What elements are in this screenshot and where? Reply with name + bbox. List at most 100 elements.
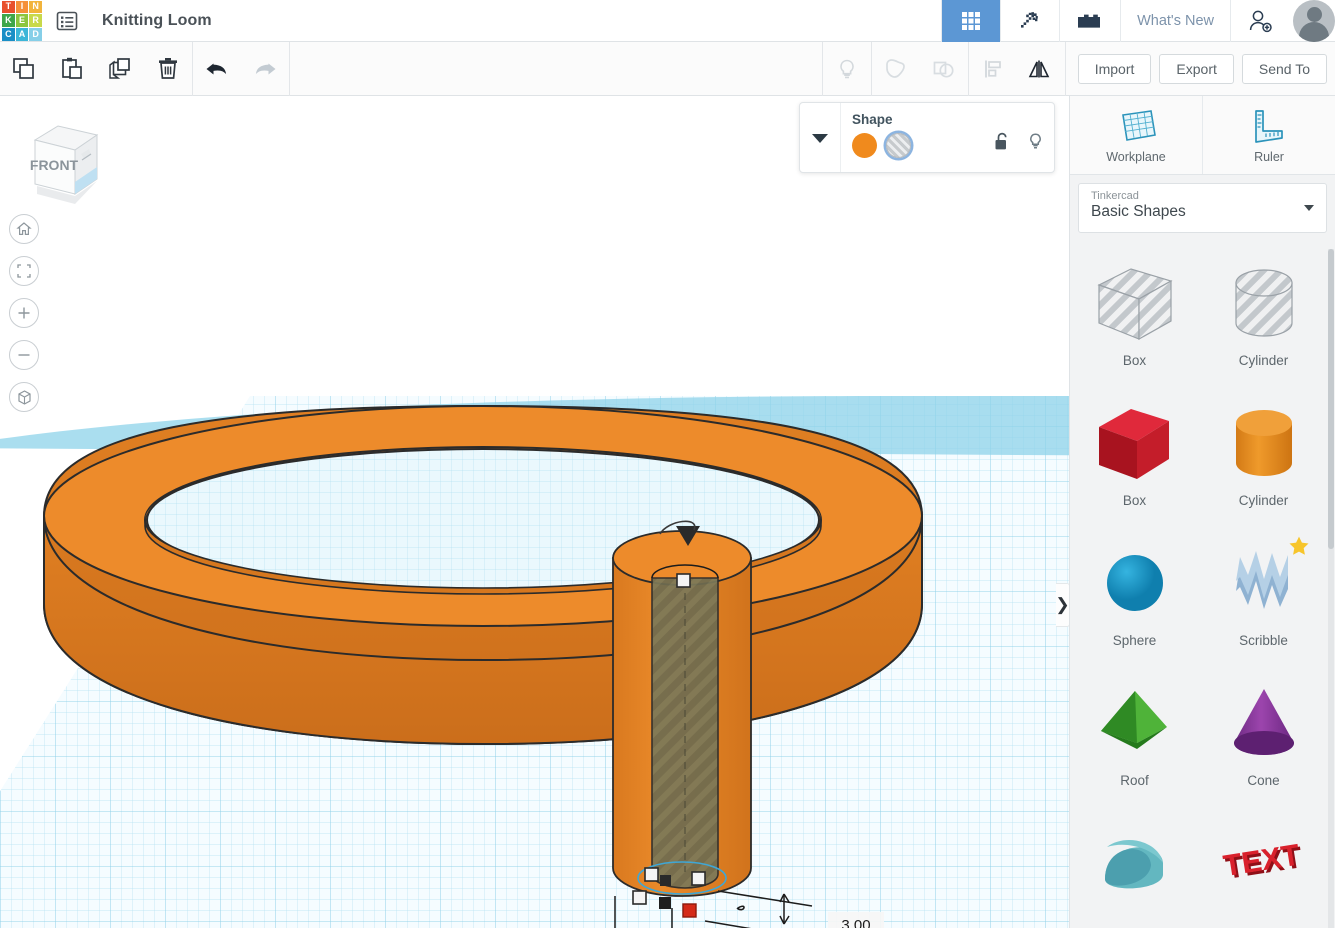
align-button[interactable] [969,42,1017,96]
avatar[interactable] [1293,0,1335,42]
shape-label: Roof [1120,773,1149,788]
shape-label: Cylinder [1239,493,1289,508]
solid-swatch[interactable] [852,133,877,158]
invite-people-button[interactable] [1230,0,1289,42]
shape-item-cone[interactable]: Cone [1199,669,1328,809]
header-blocks-button[interactable] [1059,0,1120,42]
sidebar-tool-workplane[interactable]: Workplane [1070,96,1202,174]
shapes-grid: Box Cylinder [1070,249,1328,928]
group-button[interactable] [872,42,920,96]
handle-active [683,904,696,917]
export-button[interactable]: Export [1159,54,1233,84]
lightbulb-icon[interactable] [1027,132,1044,151]
add-person-icon [1247,9,1273,33]
delete-button[interactable] [144,42,192,96]
shape-label: Scribble [1239,633,1288,648]
group-shapes-icon [882,56,910,82]
duplicate-button[interactable] [96,42,144,96]
shape-label: Cylinder [1239,353,1289,368]
shape-item-scribble[interactable]: Scribble [1199,529,1328,669]
shape-ops-group [822,42,1066,96]
sidebar-tool-ruler[interactable]: Ruler [1202,96,1335,174]
header-minecraft-button[interactable] [1000,0,1059,42]
toolbar-divider [289,42,290,96]
logo-tile-t: T [2,1,15,14]
shape-item-hole-box[interactable]: Box [1070,249,1199,389]
chevron-down-icon [1304,205,1314,211]
shape-item-roof[interactable]: Roof [1070,669,1199,809]
handle-corner [692,872,705,885]
hide-button[interactable] [823,42,871,96]
project-menu-button[interactable] [44,0,90,42]
shape-item-cylinder[interactable]: Cylinder [1199,389,1328,529]
shape-item-hole-cylinder[interactable]: Cylinder [1199,249,1328,389]
copy-button[interactable] [0,42,48,96]
hole-swatch[interactable] [886,133,911,158]
edit-tools-group [0,42,290,96]
zoom-in-button[interactable] [9,298,39,328]
whats-new-label: What's New [1137,13,1214,29]
undo-arrow-icon [203,56,231,82]
paste-button[interactable] [48,42,96,96]
svg-text:FRONT: FRONT [30,157,79,173]
tinkercad-logo[interactable]: TINKERCAD [0,0,44,42]
shape-panel-body: Shape [841,103,1054,172]
shape-label: Sphere [1113,633,1157,648]
3d-viewport[interactable]: 3.00 3.00 FRONT [0,96,1069,928]
view-cube[interactable]: FRONT [18,118,104,213]
logo-tile-c: C [2,28,15,41]
duplicate-icon [107,56,133,82]
logo-tile-a: A [16,28,29,41]
ungroup-button[interactable] [920,42,968,96]
send-to-button[interactable]: Send To [1242,54,1327,84]
avatar-body [1299,22,1329,42]
main-toolbar: Import Export Send To [0,42,1335,96]
whats-new-button[interactable]: What's New [1120,0,1230,42]
zoom-out-button[interactable] [9,340,39,370]
shape-item-box[interactable]: Box [1070,389,1199,529]
workplane-icon [1113,107,1159,145]
purple-cone-icon [1218,681,1310,767]
fit-view-icon [16,263,32,279]
orange-cylinder-icon [1218,401,1310,487]
header-right-group: What's New [941,0,1335,42]
scene-canvas: 3.00 3.00 [0,96,1069,928]
svg-text:TEXT: TEXT [1221,839,1302,884]
svg-text:3.00: 3.00 [841,917,870,928]
shape-panel-collapse-button[interactable] [800,103,841,172]
fit-all-button[interactable] [9,256,39,286]
shape-item-text[interactable]: TEXT TEXT [1199,809,1328,928]
mirror-button[interactable] [1017,42,1065,96]
handle-top [677,574,690,587]
clipboard-paste-icon [59,56,85,82]
ortho-perspective-button[interactable] [9,382,39,412]
align-icon [980,56,1006,82]
right-sidebar: Workplane Ruler Tinkercad Basic Shapes [1069,96,1335,928]
collection-superlabel: Tinkercad [1091,190,1314,202]
unlock-icon[interactable] [994,132,1011,151]
cube-wire-icon [16,389,33,406]
shape-label: Box [1123,493,1146,508]
shape-panel-icons [994,132,1044,151]
chevron-right-icon: ❯ [1055,595,1069,615]
minus-icon [16,347,32,363]
red-text-icon: TEXT TEXT [1218,821,1310,907]
shape-item-sphere[interactable]: Sphere [1070,529,1199,669]
hole-cylinder-icon [1218,261,1310,347]
file-actions-group: Import Export Send To [1066,42,1335,96]
undo-button[interactable] [193,42,241,96]
collapse-panel-button[interactable]: ❯ [1056,583,1069,627]
sidebar-tools: Workplane Ruler [1070,96,1335,175]
tinkercad-app: TINKERCAD Knitting Loom [0,0,1335,928]
sidebar-scrollbar-thumb[interactable] [1328,249,1334,549]
redo-button[interactable] [241,42,289,96]
handle-mid [660,875,671,886]
home-view-button[interactable] [9,214,39,244]
shape-collection-dropdown[interactable]: Tinkercad Basic Shapes [1078,183,1327,233]
shape-item-dome[interactable] [1070,809,1199,928]
ungroup-shapes-icon [930,56,958,82]
shape-panel-title: Shape [852,112,1042,127]
header-designs-button[interactable] [941,0,1000,42]
import-button[interactable]: Import [1078,54,1152,84]
trash-icon [155,56,181,82]
